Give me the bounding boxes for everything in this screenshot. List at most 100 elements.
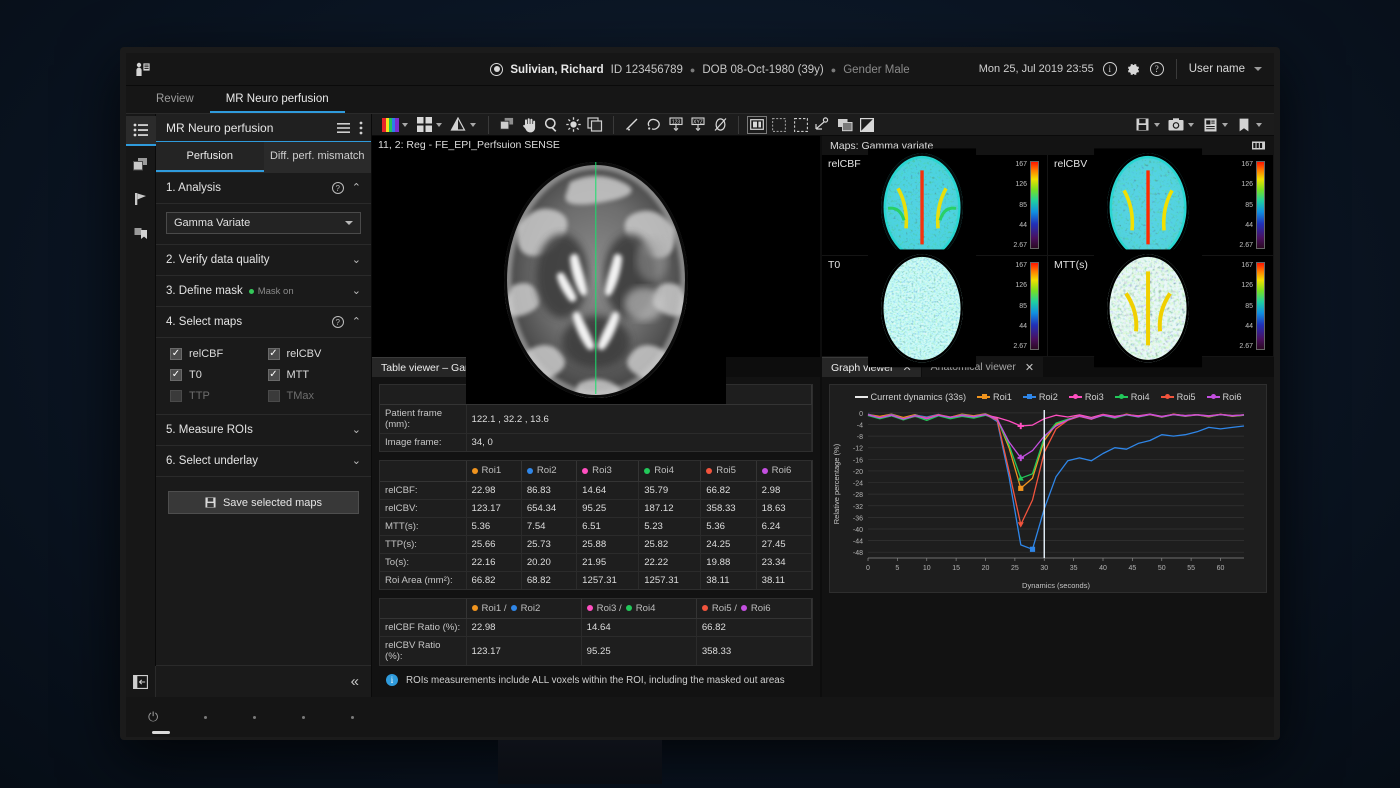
list-icon[interactable] (337, 123, 350, 133)
report-icon[interactable] (1200, 115, 1220, 135)
camera-dropdown-caret[interactable] (1188, 123, 1194, 127)
reference-lines-icon[interactable] (813, 115, 833, 135)
tab-diff-perf-mismatch[interactable]: Diff. perf. mismatch (264, 142, 372, 172)
power-icon[interactable]: ⏻ (148, 709, 158, 725)
bookmark-icon[interactable] (1234, 115, 1254, 135)
section-define-mask[interactable]: 3. Define mask Mask on ⌄ (156, 276, 371, 307)
brightness-contrast-icon[interactable] (563, 115, 583, 135)
colormap-icon[interactable] (380, 115, 400, 135)
report-dropdown-caret[interactable] (1222, 123, 1228, 127)
user-name-label[interactable]: User name (1189, 63, 1245, 75)
legend-item-roi2[interactable]: Roi2 (1023, 392, 1058, 402)
checkbox-ttp[interactable]: TTP (170, 390, 264, 402)
checkbox-t0[interactable]: T0 (170, 369, 264, 381)
tab-review[interactable]: Review (140, 89, 210, 113)
xyz-marker-icon[interactable]: XYZ (688, 115, 708, 135)
freehand-roi-icon[interactable] (644, 115, 664, 135)
close-icon[interactable]: ✕ (1025, 361, 1034, 374)
panel-expand-icon[interactable] (126, 666, 156, 698)
save-icon[interactable] (1132, 115, 1152, 135)
colormap-dropdown-caret[interactable] (402, 123, 408, 127)
perfusion-map-image (1094, 249, 1202, 367)
monitor-button-dot[interactable] (253, 716, 256, 719)
chevron-up-icon[interactable]: ⌃ (352, 317, 361, 328)
chevron-down-icon[interactable]: ⌄ (352, 286, 361, 297)
delete-annotation-icon[interactable] (710, 115, 730, 135)
single-frame-icon[interactable] (747, 116, 767, 134)
legend-item-roi4[interactable]: Roi4 (1115, 392, 1150, 402)
checkbox-mtt[interactable]: MTT (268, 369, 362, 381)
gear-icon[interactable] (1126, 62, 1141, 77)
help-icon[interactable]: ? (332, 316, 344, 328)
number-marker-icon[interactable]: 123 (666, 115, 686, 135)
camera-snapshot-icon[interactable] (1166, 115, 1186, 135)
overlay-icon[interactable] (835, 115, 855, 135)
line-measure-icon[interactable] (622, 115, 642, 135)
main-image-viewport[interactable]: 11, 2: Reg - FE_EPI_Perfsuion SENSE (372, 136, 822, 357)
bookmark-dropdown-caret[interactable] (1256, 123, 1262, 127)
chevron-down-icon[interactable]: ⌄ (352, 425, 361, 436)
monitor-button-dot[interactable] (204, 716, 207, 719)
rail-bookmark-stack-icon[interactable] (126, 218, 156, 248)
chevron-up-icon[interactable]: ⌃ (352, 183, 361, 194)
zoom-magnifier-icon[interactable] (541, 115, 561, 135)
tile-small-icon[interactable] (769, 115, 789, 135)
tab-perfusion[interactable]: Perfusion (156, 142, 264, 172)
fusion-blend-icon[interactable] (448, 115, 468, 135)
analysis-select[interactable]: Gamma Variate (166, 212, 361, 234)
map-cell-mtt[interactable]: MTT(s) (1048, 256, 1274, 357)
legend-item-roi5[interactable]: Roi5 (1161, 392, 1196, 402)
svg-text:123: 123 (672, 119, 681, 125)
map-cell-t0[interactable]: T0 (822, 256, 1048, 357)
chevron-down-icon[interactable]: ⌄ (352, 456, 361, 467)
rail-list-panel-icon[interactable] (126, 116, 156, 146)
legend-item-roi6[interactable]: Roi6 (1207, 392, 1242, 402)
invert-contrast-icon[interactable] (857, 115, 877, 135)
info-icon[interactable]: i (1103, 62, 1117, 76)
map-cell-relcbf[interactable]: relCBF (822, 155, 1048, 256)
rail-series-stack-icon[interactable] (126, 150, 156, 180)
tab-mr-neuro-perfusion[interactable]: MR Neuro perfusion (210, 89, 345, 113)
tile-large-icon[interactable] (791, 115, 811, 135)
svg-text:60: 60 (1217, 565, 1225, 572)
help-icon[interactable]: ? (332, 182, 344, 194)
legend-item-roi3[interactable]: Roi3 (1069, 392, 1104, 402)
chevron-down-icon[interactable] (1254, 67, 1262, 71)
section-measure-rois[interactable]: 5. Measure ROIs ⌄ (156, 415, 371, 446)
section-define-mask-title: 3. Define mask (166, 285, 243, 297)
cell-value: 22.98 (466, 619, 581, 637)
monitor-button-dot[interactable] (351, 716, 354, 719)
roi-color-dot (582, 468, 588, 474)
checkbox-tmax[interactable]: TMax (268, 390, 362, 402)
section-select-maps[interactable]: 4. Select maps ? ⌃ (156, 307, 371, 338)
help-icon[interactable]: ? (1150, 62, 1164, 76)
checkbox-relcbf[interactable]: relCBF (170, 348, 264, 360)
series-copy-icon[interactable] (497, 115, 517, 135)
layout-grid-icon[interactable] (414, 115, 434, 135)
app-header: Sulivian, Richard ID 123456789 ● DOB 08-… (126, 53, 1274, 86)
map-cell-relcbv[interactable]: relCBV (1048, 155, 1274, 256)
legend-item-roi1[interactable]: Roi1 (977, 392, 1012, 402)
section-verify-data-quality[interactable]: 2. Verify data quality ⌄ (156, 245, 371, 276)
save-selected-maps-button[interactable]: Save selected maps (168, 491, 359, 514)
section-select-underlay[interactable]: 6. Select underlay ⌄ (156, 446, 371, 477)
checkbox-relcbv[interactable]: relCBV (268, 348, 362, 360)
chevron-down-icon[interactable]: ⌄ (352, 255, 361, 266)
roi-color-dot (762, 468, 768, 474)
chevron-double-left-icon[interactable]: « (351, 674, 359, 689)
fusion-dropdown-caret[interactable] (470, 123, 476, 127)
monitor-button-dot[interactable] (302, 716, 305, 719)
roi-color-dot (644, 468, 650, 474)
status-dot-icon (249, 289, 254, 294)
film-strip-icon[interactable] (1252, 141, 1266, 150)
perfusion-chart[interactable]: Current dynamics (33s) Roi1 Roi2 Roi3 Roi4 Ro… (829, 384, 1267, 593)
rail-flag-marker-icon[interactable] (126, 184, 156, 214)
section-analysis[interactable]: 1. Analysis ? ⌃ (156, 173, 371, 204)
more-vertical-icon[interactable] (359, 121, 363, 135)
pan-hand-icon[interactable] (519, 115, 539, 135)
legend-item-current-dynamics[interactable]: Current dynamics (33s) (855, 392, 966, 402)
save-dropdown-caret[interactable] (1154, 123, 1160, 127)
midline-marker[interactable] (595, 162, 596, 394)
stack-scroll-icon[interactable] (585, 115, 605, 135)
layout-dropdown-caret[interactable] (436, 123, 442, 127)
